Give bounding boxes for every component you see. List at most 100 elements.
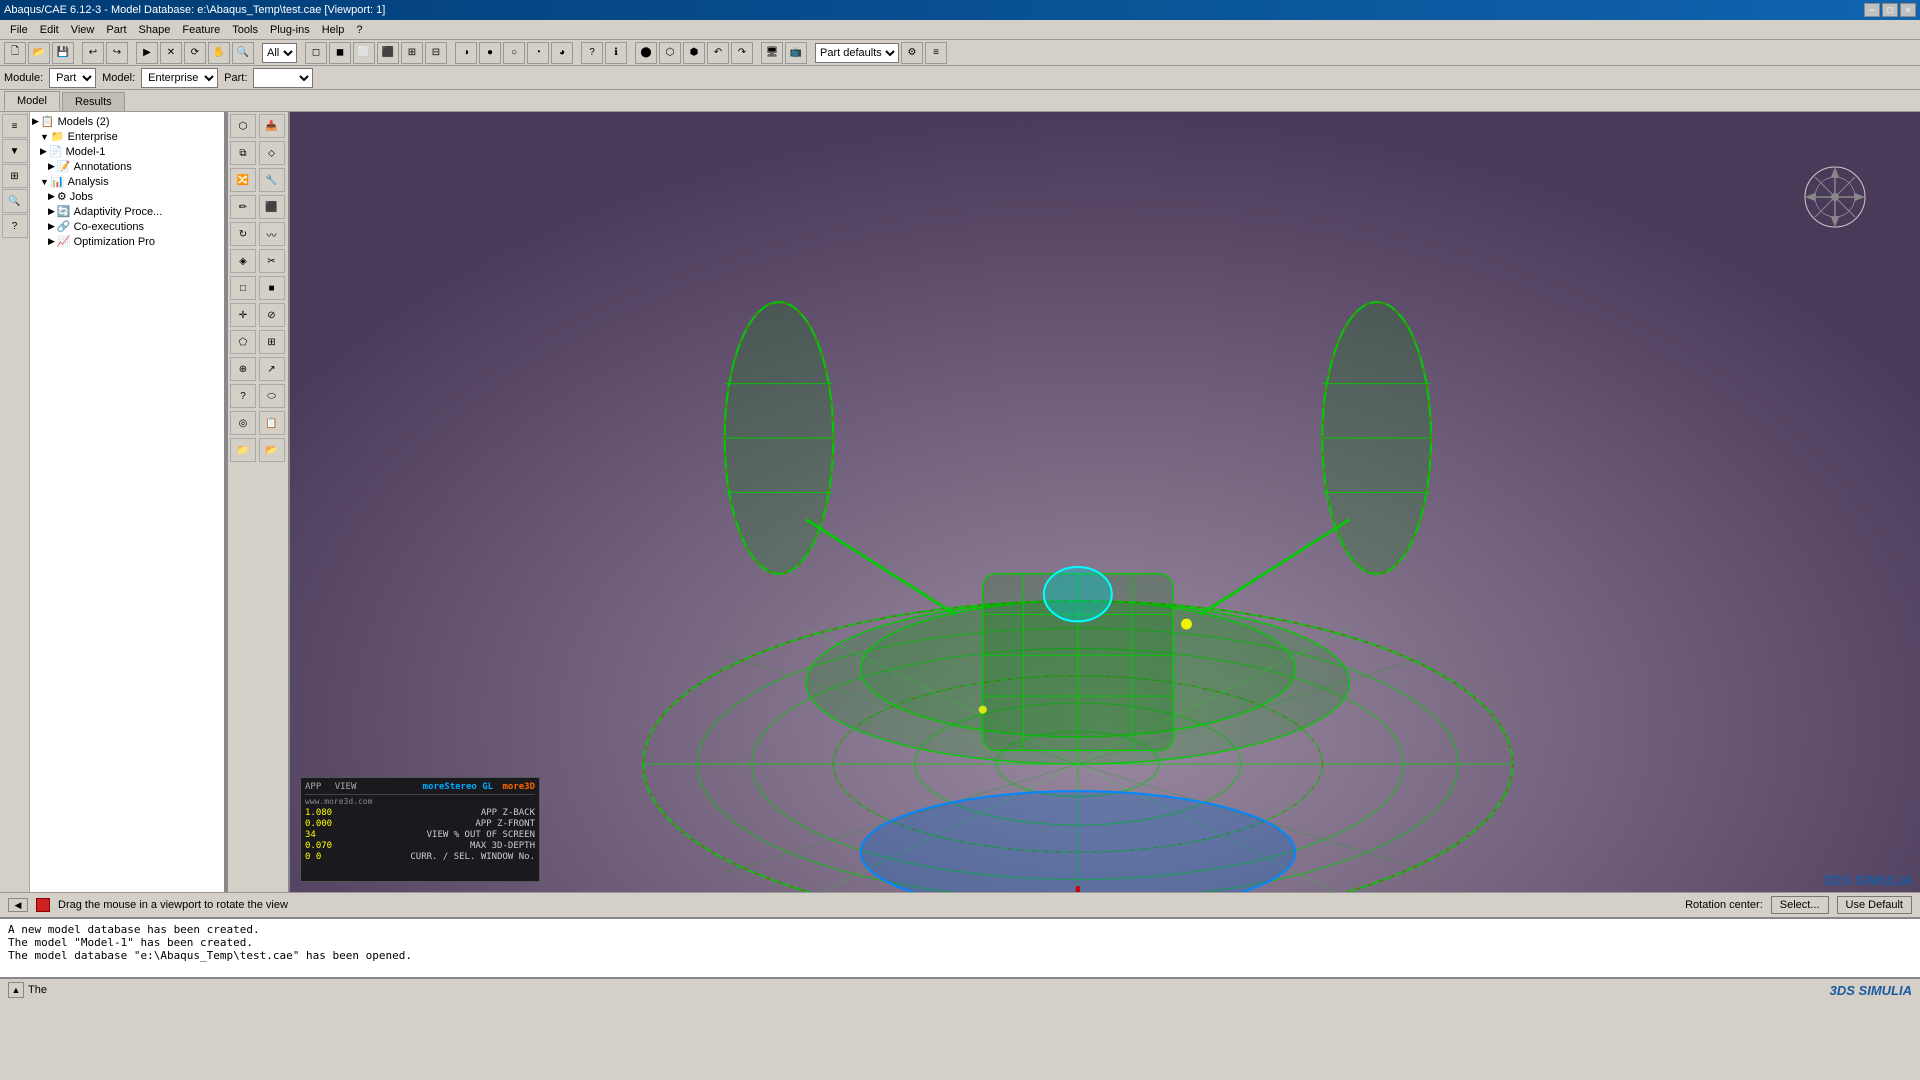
tool-feature-manager[interactable]: 📋 <box>259 411 285 435</box>
rotate-button[interactable]: ⟳ <box>184 42 206 64</box>
all-select[interactable]: All <box>262 43 297 63</box>
view2-button[interactable]: ◼ <box>329 42 351 64</box>
tool-set[interactable]: ⬭ <box>259 384 285 408</box>
select-button[interactable]: ▶ <box>136 42 158 64</box>
viewport[interactable]: APP VIEW moreStereo GL more3D www.more3d… <box>290 112 1920 892</box>
fwd-button[interactable]: ↷ <box>731 42 753 64</box>
camera3-button[interactable]: ⬢ <box>683 42 705 64</box>
tree-btn-5[interactable]: ? <box>2 214 28 238</box>
pan-button[interactable]: ✋ <box>208 42 230 64</box>
deselect-button[interactable]: ✕ <box>160 42 182 64</box>
part-select[interactable] <box>253 68 313 88</box>
menu-feature[interactable]: Feature <box>176 22 226 38</box>
settings-button[interactable]: ⚙ <box>901 42 923 64</box>
tool-merge[interactable]: 🔀 <box>230 168 256 192</box>
open-button[interactable]: 📂 <box>28 42 50 64</box>
tool-solid[interactable]: ■ <box>259 276 285 300</box>
scroll-left-btn[interactable]: ◀ <box>8 898 28 912</box>
tool-loft[interactable]: ◈ <box>230 249 256 273</box>
tree-analysis[interactable]: ▼ 📊 Analysis <box>32 174 222 189</box>
tool-sweep[interactable]: 〰 <box>259 222 285 246</box>
tree-btn-2[interactable]: ▼ <box>2 139 28 163</box>
tool-copy[interactable]: ⧉ <box>230 141 256 165</box>
shade2-button[interactable]: ● <box>479 42 501 64</box>
back-button[interactable]: ↶ <box>707 42 729 64</box>
stop-btn[interactable] <box>36 898 50 912</box>
query-button[interactable]: ? <box>581 42 603 64</box>
view6-button[interactable]: ⊟ <box>425 42 447 64</box>
tree-btn-1[interactable]: ≡ <box>2 114 28 138</box>
use-default-rotation-button[interactable]: Use Default <box>1837 896 1912 914</box>
view3-button[interactable]: ⬜ <box>353 42 375 64</box>
tool-group2[interactable]: 📂 <box>259 438 285 462</box>
camera1-button[interactable]: ⬤ <box>635 42 657 64</box>
tool-shell[interactable]: □ <box>230 276 256 300</box>
shade5-button[interactable]: ◕ <box>551 42 573 64</box>
options-button[interactable]: ≡ <box>925 42 947 64</box>
tool-extrude[interactable]: ⬛ <box>259 195 285 219</box>
tool-group1[interactable]: 📁 <box>230 438 256 462</box>
shade3-button[interactable]: ○ <box>503 42 525 64</box>
minimize-button[interactable]: − <box>1864 3 1880 17</box>
tree-models-root[interactable]: ▶ 📋 Models (2) <box>32 114 222 129</box>
tab-model[interactable]: Model <box>4 91 60 111</box>
tool-create-part[interactable]: ⬡ <box>230 114 256 138</box>
menu-view[interactable]: View <box>65 22 101 38</box>
tool-virtual-topology[interactable]: ⬠ <box>230 330 256 354</box>
console-expand-btn[interactable]: ▲ <box>8 982 24 998</box>
shade4-button[interactable]: ◔ <box>527 42 549 64</box>
menu-question[interactable]: ? <box>350 22 368 38</box>
tree-jobs[interactable]: ▶ ⚙ Jobs <box>32 189 222 204</box>
menu-tools[interactable]: Tools <box>226 22 264 38</box>
tool-xyz-datum[interactable]: ⊕ <box>230 357 256 381</box>
tool-repair[interactable]: 🔧 <box>259 168 285 192</box>
menu-file[interactable]: File <box>4 22 34 38</box>
close-button[interactable]: × <box>1900 3 1916 17</box>
view5-button[interactable]: ⊞ <box>401 42 423 64</box>
tool-revolve[interactable]: ↻ <box>230 222 256 246</box>
part-defaults-select[interactable]: Part defaults <box>815 43 899 63</box>
tree-annotations[interactable]: ▶ 📝 Annotations <box>32 159 222 174</box>
view1-button[interactable]: ◻ <box>305 42 327 64</box>
tree-optimization[interactable]: ▶ 📈 Optimization Pro <box>32 234 222 249</box>
display2-button[interactable]: 📺 <box>785 42 807 64</box>
select-rotation-button[interactable]: Select... <box>1771 896 1829 914</box>
tool-partition[interactable]: ⊘ <box>259 303 285 327</box>
tree-model1[interactable]: ▶ 📄 Model-1 <box>32 144 222 159</box>
tool-reference-point[interactable]: ◎ <box>230 411 256 435</box>
tool-mirror[interactable]: ⬦ <box>259 141 285 165</box>
tree-adaptivity[interactable]: ▶ 🔄 Adaptivity Proce... <box>32 204 222 219</box>
view4-button[interactable]: ⬛ <box>377 42 399 64</box>
shade1-button[interactable]: ◑ <box>455 42 477 64</box>
display1-button[interactable]: 🖥 <box>761 42 783 64</box>
tree-btn-3[interactable]: ⊞ <box>2 164 28 188</box>
save-button[interactable]: 💾 <box>52 42 74 64</box>
tool-query[interactable]: ? <box>230 384 256 408</box>
info-button[interactable]: ℹ <box>605 42 627 64</box>
maximize-button[interactable]: □ <box>1882 3 1898 17</box>
undo-button[interactable]: ↩ <box>82 42 104 64</box>
redo-button[interactable]: ↪ <box>106 42 128 64</box>
tool-assign-mesh[interactable]: ⊞ <box>259 330 285 354</box>
tree-coexecutions[interactable]: ▶ 🔗 Co-executions <box>32 219 222 234</box>
module-select[interactable]: Part <box>49 68 96 88</box>
menu-plugins[interactable]: Plug-ins <box>264 22 316 38</box>
tree-btn-4[interactable]: 🔍 <box>2 189 28 213</box>
tool-datum[interactable]: ✛ <box>230 303 256 327</box>
tool-transform[interactable]: ↗ <box>259 357 285 381</box>
menu-part[interactable]: Part <box>100 22 132 38</box>
tab-results[interactable]: Results <box>62 92 125 111</box>
stereo-view-label: VIEW <box>335 782 357 792</box>
menu-shape[interactable]: Shape <box>133 22 177 38</box>
tree-enterprise[interactable]: ▼ 📁 Enterprise <box>32 129 222 144</box>
menu-edit[interactable]: Edit <box>34 22 65 38</box>
tool-sketch[interactable]: ✏ <box>230 195 256 219</box>
menu-help[interactable]: Help <box>316 22 351 38</box>
camera2-button[interactable]: ⬡ <box>659 42 681 64</box>
tool-cut[interactable]: ✂ <box>259 249 285 273</box>
title-bar: Abaqus/CAE 6.12-3 - Model Database: e:\A… <box>0 0 1920 20</box>
zoom-button[interactable]: 🔍 <box>232 42 254 64</box>
tool-import[interactable]: 📥 <box>259 114 285 138</box>
new-button[interactable]: 🗋 <box>4 42 26 64</box>
model-select[interactable]: Enterprise <box>141 68 218 88</box>
